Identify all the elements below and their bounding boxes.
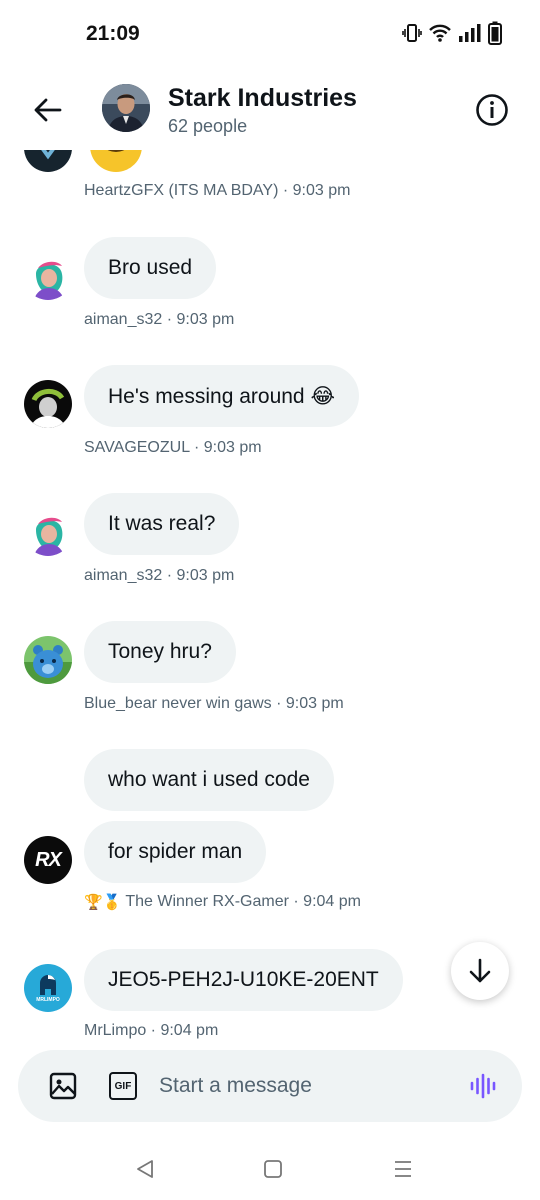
nav-home-button[interactable] bbox=[258, 1154, 288, 1184]
avatar-rx-gamer[interactable]: RX bbox=[24, 836, 72, 884]
group-avatar[interactable] bbox=[102, 84, 150, 132]
message-bubble[interactable]: It was real? bbox=[84, 493, 240, 555]
gif-button[interactable]: GIF bbox=[108, 1071, 138, 1101]
message-meta: HeartzGFX (ITS MA BDAY) · 9:03 pm bbox=[84, 182, 351, 199]
back-button[interactable] bbox=[28, 90, 68, 130]
triangle-back-icon bbox=[137, 1160, 153, 1178]
image-icon bbox=[49, 1072, 77, 1100]
arrow-left-icon bbox=[34, 98, 62, 122]
nav-recents-button[interactable] bbox=[388, 1154, 418, 1184]
message-meta: Blue_bear never win gaws · 9:03 pm bbox=[84, 695, 344, 712]
arrow-down-icon bbox=[469, 958, 491, 983]
message-meta: aiman_s32 · 9:03 pm bbox=[84, 567, 235, 584]
message-composer: GIF bbox=[18, 1050, 522, 1122]
system-nav-bar bbox=[0, 1140, 540, 1200]
message-meta: SAVAGEOZUL · 9:03 pm bbox=[84, 439, 262, 456]
group-title[interactable]: Stark Industries bbox=[168, 84, 357, 113]
message-bubble[interactable]: for spider man bbox=[84, 821, 267, 883]
gif-icon: GIF bbox=[109, 1072, 137, 1100]
status-time: 21:09 bbox=[86, 22, 140, 45]
avatar-mrlimpo[interactable]: MRLIMPO bbox=[24, 964, 72, 1012]
message-meta: aiman_s32 · 9:03 pm bbox=[84, 311, 235, 328]
message-input[interactable] bbox=[159, 1070, 449, 1102]
avatar-aiman-s32[interactable] bbox=[24, 508, 72, 556]
member-count[interactable]: 62 people bbox=[168, 116, 247, 137]
message-bubble[interactable]: Bro used bbox=[84, 237, 217, 299]
scroll-to-bottom-button[interactable] bbox=[451, 942, 509, 1000]
menu-lines-icon bbox=[395, 1161, 411, 1177]
gif-label: GIF bbox=[114, 1080, 132, 1092]
info-button[interactable] bbox=[472, 90, 512, 130]
wifi-icon bbox=[428, 23, 452, 48]
vibrate-icon bbox=[402, 22, 422, 49]
message-list[interactable]: HeartzGFX (ITS MA BDAY) · 9:03 pm Bro us… bbox=[0, 150, 540, 1040]
avatar-savageozul[interactable] bbox=[24, 380, 72, 428]
info-icon bbox=[476, 94, 508, 126]
avatar-aiman-s32[interactable] bbox=[24, 252, 72, 300]
message-bubble[interactable]: who want i used code bbox=[84, 749, 334, 811]
message-bubble[interactable]: JEO5-PEH2J-U10KE-20ENT bbox=[84, 949, 403, 1011]
media-button[interactable] bbox=[48, 1071, 78, 1101]
signal-icon bbox=[458, 23, 482, 48]
nav-back-button[interactable] bbox=[130, 1154, 160, 1184]
status-icons bbox=[402, 21, 502, 50]
square-home-icon bbox=[264, 1160, 282, 1178]
avatar-blue-bear[interactable] bbox=[24, 636, 72, 684]
message-bubble[interactable]: He's messing around 😂 bbox=[84, 365, 359, 427]
trophy-medal-emoji: 🏆🥇 bbox=[84, 894, 122, 911]
spartan-helmet-icon bbox=[40, 975, 56, 995]
audio-waveform-icon bbox=[470, 1073, 496, 1099]
avatar-heartzgfx[interactable] bbox=[24, 150, 72, 172]
voice-message-button[interactable] bbox=[468, 1071, 498, 1101]
message-meta: MrLimpo · 9:04 pm bbox=[84, 1022, 219, 1039]
conversation-header: Stark Industries 62 people bbox=[0, 70, 540, 150]
battery-icon bbox=[488, 21, 502, 50]
avatar-mrlimpo-text: MRLIMPO bbox=[36, 997, 60, 1003]
status-bar: 21:09 bbox=[0, 0, 540, 70]
message-bubble[interactable]: Toney hru? bbox=[84, 621, 236, 683]
message-emoji-partial bbox=[90, 150, 142, 172]
message-meta: 🏆🥇 The Winner RX-Gamer · 9:04 pm bbox=[84, 893, 361, 911]
avatar-rx-text: RX bbox=[35, 848, 62, 871]
